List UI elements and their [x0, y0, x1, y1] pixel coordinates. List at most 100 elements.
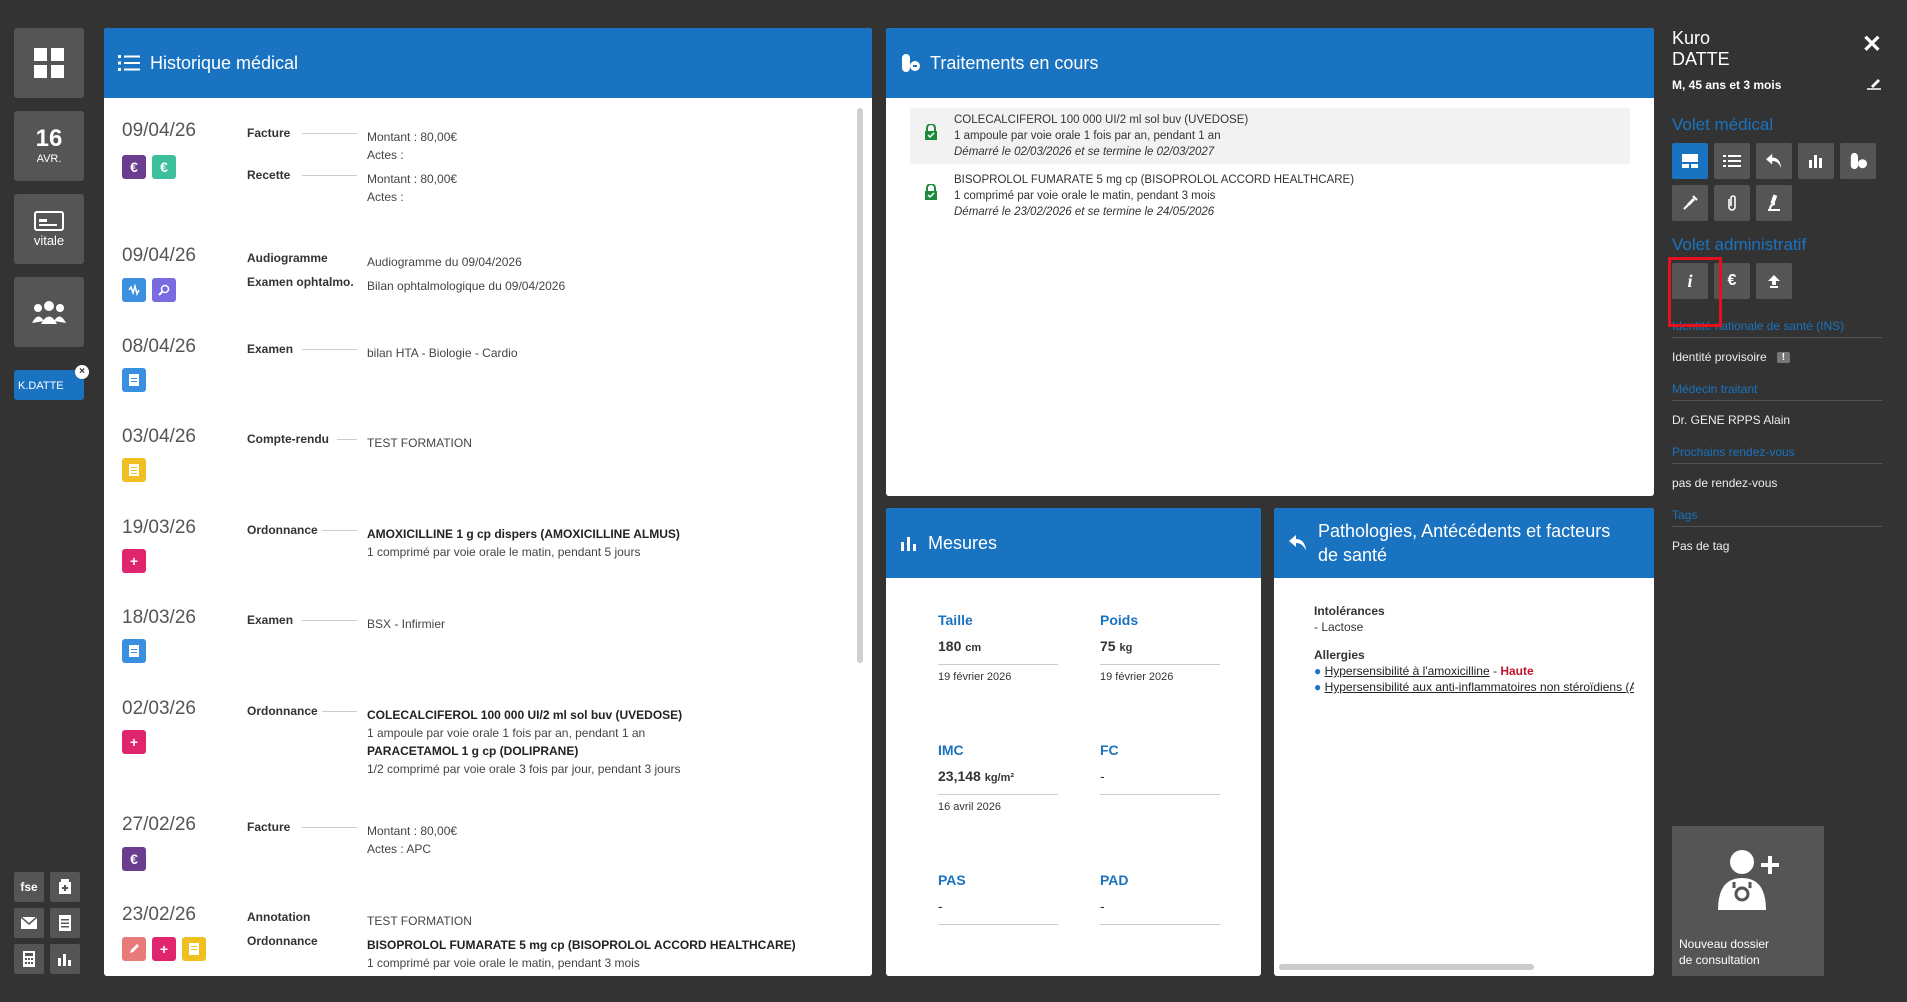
treatments-button[interactable] — [1840, 143, 1876, 179]
entry-line: Montant : 80,00€ — [367, 172, 458, 186]
measure-pas[interactable]: PAS - — [938, 872, 1058, 925]
lock-icon — [924, 183, 938, 205]
fse-button[interactable]: fse — [14, 872, 44, 902]
invoice-euro-badge[interactable]: € — [122, 847, 146, 871]
stats-button[interactable] — [50, 944, 80, 974]
new-folder-line1: Nouveau dossier — [1679, 937, 1770, 951]
prescription-badge[interactable]: + — [122, 730, 146, 754]
dashboard-button[interactable] — [14, 28, 84, 98]
new-consultation-button[interactable]: Nouveau dossier de consultation — [1672, 826, 1824, 976]
patient-first-name: Kuro — [1672, 28, 1711, 48]
document-badge-icon[interactable] — [122, 368, 146, 392]
entry-line: 1 comprimé par voie orale le matin, pend… — [367, 956, 640, 970]
calendar-button[interactable]: 16 AVR. — [14, 111, 84, 181]
entry-line: 1/2 comprimé par voie orale 3 fois par j… — [367, 762, 681, 776]
warning-icon[interactable]: ! — [1776, 351, 1791, 363]
entry-line: bilan HTA - Biologie - Cardio — [367, 346, 518, 360]
measures-title: Mesures — [928, 532, 998, 553]
close-icon[interactable]: ✕ — [1862, 30, 1882, 59]
treatments-panel: Traitements en cours COLECALCIFEROL 100 … — [886, 28, 1654, 496]
reply-arrow-icon — [1288, 534, 1308, 552]
entry-line: BISOPROLOL FUMARATE 5 mg cp (BISOPROLOL … — [367, 938, 796, 952]
entry-line: Montant : 80,00€ — [367, 130, 458, 144]
measure-value: 180 — [938, 638, 962, 654]
intolerances-label: Intolérances — [1314, 604, 1385, 618]
measures-button[interactable] — [1798, 143, 1834, 179]
entry-line: Actes : — [367, 190, 404, 204]
entry-date: 08/04/26 — [122, 336, 196, 357]
patient-tab[interactable]: K.DATTE × — [14, 365, 89, 400]
upload-button[interactable] — [1756, 263, 1792, 299]
patient-last-name: DATTE — [1672, 49, 1730, 69]
vaccines-button[interactable] — [1672, 185, 1708, 221]
measure-value: - — [1100, 898, 1105, 914]
pill-box-button[interactable] — [50, 872, 80, 902]
bar-chart-icon — [900, 535, 918, 551]
vitale-button[interactable]: vitale — [14, 194, 84, 264]
attachments-button[interactable] — [1714, 185, 1750, 221]
measure-value: - — [938, 898, 943, 914]
ophthalmo-badge-icon[interactable] — [152, 278, 176, 302]
document-badge-icon[interactable] — [122, 639, 146, 663]
treatment-item[interactable]: COLECALCIFEROL 100 000 UI/2 ml sol buv (… — [910, 108, 1630, 164]
report-badge-icon[interactable] — [122, 458, 146, 482]
calculator-button[interactable] — [14, 944, 44, 974]
entry-type: Ordonnance — [247, 934, 318, 948]
prescription-badge[interactable]: + — [152, 937, 176, 961]
treatment-posology: 1 comprimé par voie orale le matin, pend… — [954, 190, 1216, 202]
measure-unit: cm — [965, 642, 982, 654]
history-button[interactable] — [1714, 143, 1750, 179]
allergy-link[interactable]: Hypersensibilité à l'amoxicilline — [1325, 664, 1490, 678]
left-rail: 16 AVR. vitale — [14, 28, 84, 360]
volet-medical-label: Volet médical — [1672, 115, 1774, 134]
pathologies-scrollbar[interactable] — [1279, 964, 1534, 970]
allergy-link[interactable]: Hypersensibilité aux anti-inflammatoires… — [1325, 680, 1634, 694]
patients-button[interactable] — [14, 277, 84, 347]
history-scrollbar[interactable] — [857, 108, 863, 663]
treatment-name: COLECALCIFEROL 100 000 UI/2 ml sol buv (… — [954, 114, 1249, 126]
entry-date: 09/04/26 — [122, 120, 196, 141]
measure-imc[interactable]: IMC 23,148 kg/m² 16 avril 2026 — [938, 742, 1058, 813]
entry-line: Actes : — [367, 148, 404, 162]
invoice-euro-badge[interactable]: € — [122, 155, 146, 179]
entry-date: 03/04/26 — [122, 426, 196, 447]
measure-taille[interactable]: Taille 180 cm 19 février 2026 — [938, 612, 1058, 683]
vitale-label: vitale — [33, 232, 65, 248]
grid-icon — [34, 48, 64, 78]
measures-panel: Mesures Taille 180 cm 19 février 2026 Po… — [886, 508, 1261, 976]
history-list[interactable]: 09/04/26 € € Facture Montant : 80,00€ Act… — [104, 98, 872, 976]
measure-fc[interactable]: FC - — [1100, 742, 1220, 795]
lab-button[interactable] — [1756, 185, 1792, 221]
measure-date: 19 février 2026 — [938, 671, 1012, 683]
edit-icon[interactable] — [1866, 78, 1882, 93]
mail-button[interactable] — [14, 908, 44, 938]
treatment-period: Démarré le 23/02/2026 et se termine le 2… — [954, 206, 1215, 218]
rdv-value: pas de rendez-vous — [1672, 463, 1882, 490]
pathologies-header: Pathologies, Antécédents et facteurs de s… — [1274, 508, 1654, 578]
mail-icon — [21, 917, 37, 929]
prescription-badge[interactable]: + — [122, 549, 146, 573]
receipt-euro-badge[interactable]: € — [152, 155, 176, 179]
summary-button[interactable] — [1672, 143, 1708, 179]
ins-value: Identité provisoire — [1672, 350, 1767, 364]
treatment-item[interactable]: BISOPROLOL FUMARATE 5 mg cp (BISOPROLOL … — [910, 168, 1630, 224]
entry-type: Compte-rendu — [247, 432, 329, 446]
entry-date: 18/03/26 — [122, 607, 196, 628]
close-tab-icon[interactable]: × — [75, 365, 89, 379]
annotation-pencil-icon[interactable] — [122, 937, 146, 961]
measure-poids[interactable]: Poids 75 kg 19 février 2026 — [1100, 612, 1220, 683]
calendar-day: 16 — [35, 125, 63, 152]
add-doctor-icon — [1714, 848, 1784, 917]
syringe-icon — [1683, 195, 1698, 210]
measure-pad[interactable]: PAD - — [1100, 872, 1220, 925]
measure-label: PAS — [938, 872, 966, 888]
measures-header: Mesures — [886, 508, 1261, 578]
bottom-tools: fse — [14, 872, 82, 974]
pill-box-icon — [59, 879, 71, 894]
document-button[interactable] — [50, 908, 80, 938]
paperclip-icon — [1728, 195, 1736, 211]
antecedents-button[interactable] — [1756, 143, 1792, 179]
audiogram-badge-icon[interactable] — [122, 278, 146, 302]
report-badge-icon[interactable] — [182, 937, 206, 961]
reply-arrow-icon — [1766, 153, 1782, 169]
